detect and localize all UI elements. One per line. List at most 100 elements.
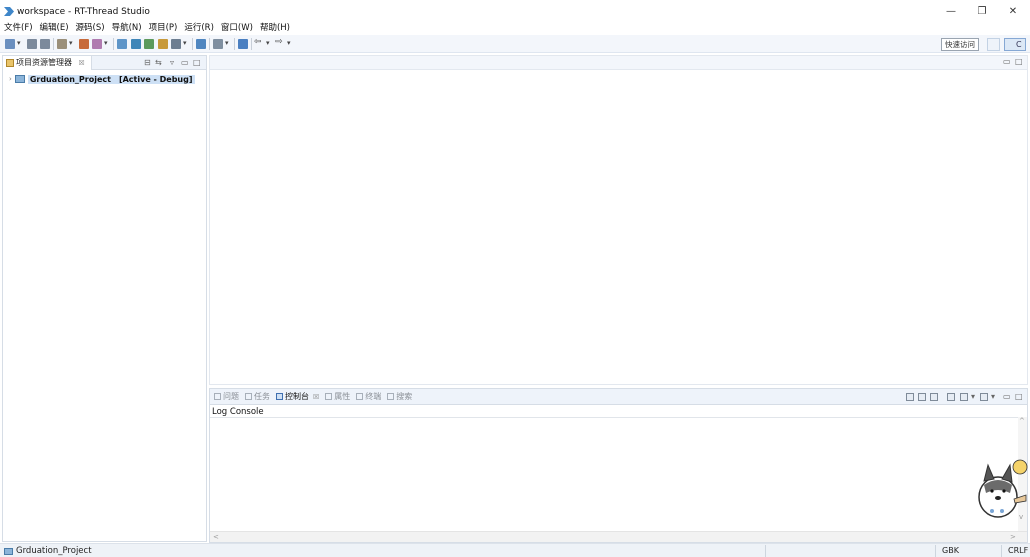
build-icon[interactable] [57, 39, 67, 49]
editor-area[interactable]: ▭ □ [209, 55, 1028, 385]
project-status-icon [4, 547, 13, 555]
download-icon[interactable] [117, 39, 127, 49]
new-dropdown-icon[interactable]: ▾ [17, 39, 21, 47]
open-perspective-icon[interactable] [987, 38, 1000, 51]
tree-item-project[interactable]: › Grduation_Project [Active - Debug] [9, 73, 195, 85]
problems-icon [214, 393, 221, 400]
menu-window[interactable]: 窗口(W) [221, 22, 253, 35]
tab-tasks-label: 任务 [254, 392, 270, 401]
maximize-editor-icon[interactable]: □ [1015, 57, 1023, 66]
display-console-icon[interactable] [960, 393, 968, 401]
status-encoding[interactable]: GBK [935, 545, 995, 557]
project-icon [14, 75, 25, 83]
project-explorer-pane: 项目资源管理器 ☒ ⊟ ⇆ ▿ ▭ □ › Grduation_Project … [2, 55, 207, 542]
settings-icon[interactable] [131, 39, 141, 49]
menu-file[interactable]: 文件(F) [4, 22, 33, 35]
project-name[interactable]: Grduation_Project [27, 74, 113, 84]
c-perspective-button[interactable]: C [1004, 38, 1026, 51]
minimize-panel-icon[interactable]: ▭ [1003, 392, 1011, 401]
toolbar-separator [209, 38, 210, 50]
project-explorer-header: 项目资源管理器 ☒ ⊟ ⇆ ▿ ▭ □ [3, 56, 206, 70]
status-project-name: Grduation_Project [16, 546, 92, 556]
scroll-lock-icon[interactable] [918, 393, 926, 401]
tab-terminal[interactable]: 终端 [356, 391, 381, 402]
maximize-panel-icon[interactable]: □ [1015, 392, 1023, 401]
minimize-view-icon[interactable]: ▭ [181, 58, 189, 67]
tab-tasks[interactable]: 任务 [245, 391, 270, 402]
husky-mascot-icon [978, 459, 1028, 518]
scroll-left-arrow-icon[interactable]: < [213, 533, 219, 541]
tab-properties[interactable]: 属性 [325, 391, 350, 402]
debug-icon[interactable] [144, 39, 154, 49]
maximize-button[interactable]: ❐ [966, 0, 998, 22]
forward-arrow-icon[interactable]: ⇨ [275, 37, 283, 47]
tab-console-label: 控制台 [285, 392, 309, 401]
console-output-area[interactable] [210, 417, 1027, 531]
title-bar: workspace - RT-Thread Studio — ❐ ✕ [0, 0, 1030, 22]
scroll-right-arrow-icon[interactable]: > [1010, 533, 1016, 541]
view-menu-icon[interactable]: ▿ [170, 58, 174, 67]
upload-icon[interactable] [213, 39, 223, 49]
quick-access-input[interactable]: 快速访问 [941, 38, 979, 51]
folder-icon [6, 59, 14, 67]
open-console-icon[interactable] [980, 393, 988, 401]
scroll-up-arrow-icon[interactable]: ^ [1019, 417, 1025, 425]
search-icon[interactable] [171, 39, 181, 49]
project-explorer-tab-label: 项目资源管理器 [16, 58, 72, 67]
terminal-tab-icon [356, 393, 364, 400]
tab-close-icon[interactable]: ☒ [79, 59, 85, 67]
clear-console-icon[interactable] [906, 393, 914, 401]
search-tab-icon [387, 393, 395, 400]
upload-dropdown-icon[interactable]: ▾ [225, 39, 229, 47]
console-icon [276, 393, 283, 400]
minimize-button[interactable]: — [935, 0, 967, 22]
link-editor-icon[interactable]: ⇆ [155, 58, 162, 67]
tab-console[interactable]: 控制台 ☒ [276, 391, 319, 402]
menu-edit[interactable]: 编辑(E) [40, 22, 69, 35]
properties-icon [325, 393, 333, 400]
rt-thread-logo-icon [4, 7, 14, 16]
horizontal-scrollbar[interactable]: < > [210, 531, 1027, 542]
menu-help[interactable]: 帮助(H) [260, 22, 290, 35]
back-arrow-icon[interactable]: ⇦ [254, 37, 262, 47]
menu-source[interactable]: 源码(S) [76, 22, 105, 35]
menu-navigate[interactable]: 导航(N) [112, 22, 142, 35]
rebuild-icon[interactable] [79, 39, 89, 49]
tab-project-explorer[interactable]: 项目资源管理器 ☒ [3, 56, 92, 70]
save-icon[interactable] [27, 39, 37, 49]
console-tab-close-icon[interactable]: ☒ [313, 393, 319, 401]
status-project: Grduation_Project [4, 546, 92, 556]
terminal-icon[interactable] [158, 39, 168, 49]
menu-run[interactable]: 运行(R) [184, 22, 214, 35]
c-perspective-label: C [1016, 40, 1022, 49]
clean-icon[interactable] [92, 39, 102, 49]
tab-search[interactable]: 搜索 [387, 391, 412, 402]
word-wrap-icon[interactable] [930, 393, 938, 401]
back-dropdown-icon[interactable]: ▾ [266, 39, 270, 47]
status-line-ending[interactable]: CRLF [1001, 545, 1030, 557]
new-icon[interactable] [5, 39, 15, 49]
menu-bar: 文件(F) 编辑(E) 源码(S) 导航(N) 项目(P) 运行(R) 窗口(W… [0, 22, 1030, 35]
collapse-all-icon[interactable]: ⊟ [144, 58, 151, 67]
project-status: [Active - Debug] [112, 74, 195, 84]
forward-dropdown-icon[interactable]: ▾ [287, 39, 291, 47]
close-button[interactable]: ✕ [997, 0, 1029, 22]
package-icon[interactable] [238, 39, 248, 49]
window-title: workspace - RT-Thread Studio [17, 7, 150, 17]
clean-dropdown-icon[interactable]: ▾ [104, 39, 108, 47]
build-dropdown-icon[interactable]: ▾ [69, 39, 73, 47]
sdk-manager-icon[interactable] [196, 39, 206, 49]
save-all-icon[interactable] [40, 39, 50, 49]
menu-project[interactable]: 项目(P) [149, 22, 178, 35]
open-console-dropdown-icon[interactable]: ▾ [991, 392, 995, 401]
pin-console-icon[interactable] [947, 393, 955, 401]
maximize-view-icon[interactable]: □ [193, 58, 201, 67]
search-dropdown-icon[interactable]: ▾ [183, 39, 187, 47]
tab-problems[interactable]: 问题 [214, 391, 239, 402]
expand-arrow-icon[interactable]: › [9, 75, 12, 83]
toolbar-separator [251, 38, 252, 50]
minimize-editor-icon[interactable]: ▭ [1003, 57, 1011, 66]
display-console-dropdown-icon[interactable]: ▾ [971, 392, 975, 401]
toolbar-separator [53, 38, 54, 50]
tab-terminal-label: 终端 [365, 392, 382, 401]
